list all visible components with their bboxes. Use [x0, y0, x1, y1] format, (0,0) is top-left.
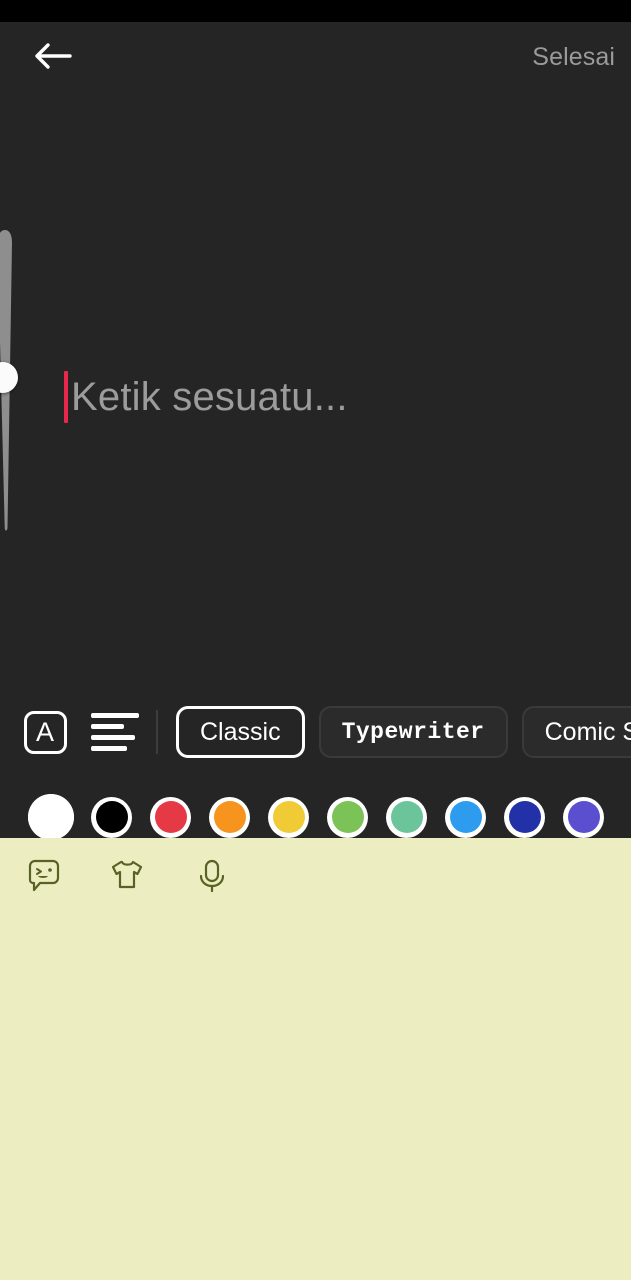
arrow-left-icon: [33, 40, 73, 72]
swatch-fill: [28, 794, 74, 840]
text-input-area[interactable]: Ketik sesuatu...: [0, 342, 631, 452]
sticker-emoji-icon: [22, 854, 66, 898]
font-option-comic-sans[interactable]: Comic Sans: [521, 706, 631, 758]
text-caret: [64, 371, 68, 423]
swatch-fill: [390, 801, 423, 833]
app-screen: Selesai Ketik sesuatu... A Classic Typew…: [0, 0, 631, 1280]
text-placeholder: Ketik sesuatu...: [71, 375, 348, 419]
text-align-button[interactable]: [91, 709, 139, 755]
color-swatch-light-blue[interactable]: [445, 796, 486, 838]
text-editor-canvas[interactable]: Selesai Ketik sesuatu... A Classic Typew…: [0, 22, 631, 840]
color-swatch-mint[interactable]: [386, 796, 427, 838]
sticker-emoji-button[interactable]: [20, 852, 68, 900]
swatch-fill: [272, 801, 305, 833]
font-option-classic[interactable]: Classic: [176, 706, 305, 758]
color-swatch-purple[interactable]: [563, 796, 604, 838]
voice-input-button[interactable]: [188, 852, 236, 900]
swatch-fill: [154, 801, 187, 833]
color-swatch-red[interactable]: [150, 796, 191, 838]
color-swatch-dark-blue[interactable]: [504, 796, 545, 838]
swatch-fill: [331, 801, 364, 833]
back-button[interactable]: [22, 36, 84, 76]
font-option-label: Comic Sans: [544, 717, 631, 746]
font-option-typewriter[interactable]: Typewriter: [318, 706, 508, 758]
color-swatch-green[interactable]: [327, 796, 368, 838]
on-screen-keyboard: 1 q 2 w 3 e 4 r 5 t 6 y 7 u 8 i: [0, 838, 631, 1280]
font-option-label: Typewriter: [341, 719, 485, 745]
microphone-icon: [192, 854, 232, 898]
status-bar: [0, 0, 631, 22]
style-toolbar: A Classic Typewriter Comic Sans: [0, 698, 631, 766]
toolbar-divider: [156, 710, 158, 754]
swatch-fill: [508, 801, 541, 833]
tshirt-sticker-icon: [104, 854, 150, 898]
letter-a-boxed-icon: A: [23, 710, 67, 754]
font-option-label: Classic: [200, 717, 281, 746]
color-swatch-orange[interactable]: [209, 796, 250, 838]
swatch-fill: [449, 801, 482, 833]
keyboard-toolbar: [0, 838, 631, 914]
swatch-fill: [95, 801, 128, 833]
done-button[interactable]: Selesai: [532, 42, 615, 72]
editor-topbar: Selesai: [0, 22, 631, 82]
tshirt-sticker-button[interactable]: [103, 852, 151, 900]
color-swatch-black[interactable]: [91, 796, 132, 838]
color-swatch-yellow[interactable]: [268, 796, 309, 838]
color-swatch-white[interactable]: [28, 794, 74, 840]
text-style-button[interactable]: A: [22, 709, 68, 755]
swatch-fill: [567, 801, 600, 833]
swatch-fill: [213, 801, 246, 833]
text-align-icon: [91, 713, 139, 751]
